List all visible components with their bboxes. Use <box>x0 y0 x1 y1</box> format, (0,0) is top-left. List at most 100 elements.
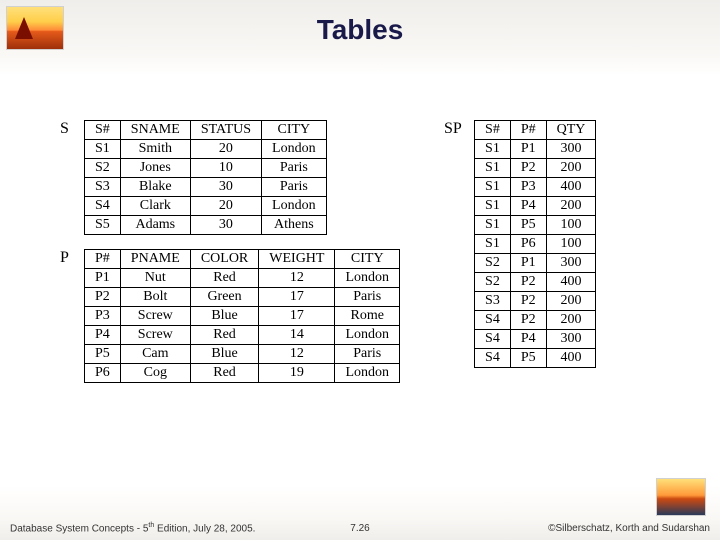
table-cell: Rome <box>335 307 400 326</box>
table-cell: London <box>262 140 327 159</box>
footer-right: ©Silberschatz, Korth and Sudarshan <box>548 523 710 534</box>
table-p-header: COLOR <box>190 250 258 269</box>
table-cell: 17 <box>259 307 335 326</box>
table-cell: 300 <box>546 254 596 273</box>
table-cell: P2 <box>85 288 121 307</box>
table-cell: S2 <box>475 273 511 292</box>
table-cell: S4 <box>475 349 511 368</box>
table-cell: Smith <box>120 140 190 159</box>
table-cell: Athens <box>262 216 327 235</box>
table-cell: Cam <box>120 345 190 364</box>
tables-area: S S# SNAME STATUS CITY S1Smith20London S… <box>60 120 690 383</box>
table-cell: 100 <box>546 216 596 235</box>
table-cell: 12 <box>259 269 335 288</box>
table-cell: P4 <box>510 330 546 349</box>
table-sp-label: SP <box>444 120 468 138</box>
table-cell: P2 <box>510 292 546 311</box>
table-cell: Paris <box>335 345 400 364</box>
table-cell: Nut <box>120 269 190 288</box>
table-cell: London <box>335 364 400 383</box>
table-cell: Blue <box>190 345 258 364</box>
table-cell: S5 <box>85 216 121 235</box>
table-cell: P2 <box>510 273 546 292</box>
table-cell: 200 <box>546 292 596 311</box>
table-cell: P1 <box>510 140 546 159</box>
table-s-header: CITY <box>262 121 327 140</box>
table-s-header: S# <box>85 121 121 140</box>
table-cell: Paris <box>335 288 400 307</box>
table-sp-header: P# <box>510 121 546 140</box>
table-p-label: P <box>60 249 78 267</box>
table-cell: P6 <box>85 364 121 383</box>
table-p-header: PNAME <box>120 250 190 269</box>
table-cell: 19 <box>259 364 335 383</box>
table-cell: S1 <box>475 235 511 254</box>
table-cell: Screw <box>120 307 190 326</box>
table-s-wrap: S S# SNAME STATUS CITY S1Smith20London S… <box>60 120 400 235</box>
table-cell: London <box>335 269 400 288</box>
table-cell: P2 <box>510 311 546 330</box>
table-cell: Blake <box>120 178 190 197</box>
table-cell: 10 <box>190 159 261 178</box>
table-s-label: S <box>60 120 78 138</box>
table-cell: P4 <box>85 326 121 345</box>
table-cell: 20 <box>190 140 261 159</box>
table-cell: S3 <box>85 178 121 197</box>
table-s-header: SNAME <box>120 121 190 140</box>
table-cell: 17 <box>259 288 335 307</box>
footer-center: 7.26 <box>350 523 369 534</box>
table-cell: S1 <box>475 140 511 159</box>
table-sp-header: S# <box>475 121 511 140</box>
table-cell: S1 <box>475 197 511 216</box>
table-cell: S4 <box>475 330 511 349</box>
footer-left-suffix: Edition, July 28, 2005. <box>154 523 255 534</box>
table-cell: 12 <box>259 345 335 364</box>
slide-footer: Database System Concepts - 5th Edition, … <box>10 522 710 534</box>
table-p: P# PNAME COLOR WEIGHT CITY P1NutRed12Lon… <box>84 249 400 383</box>
table-cell: P6 <box>510 235 546 254</box>
table-cell: Bolt <box>120 288 190 307</box>
table-cell: Screw <box>120 326 190 345</box>
table-cell: Adams <box>120 216 190 235</box>
table-cell: S2 <box>475 254 511 273</box>
table-cell: S1 <box>475 159 511 178</box>
table-sp-wrap: SP S# P# QTY S1P1300 S1P2200 S1P3400 S1P… <box>444 120 596 368</box>
table-cell: S4 <box>85 197 121 216</box>
table-cell: Red <box>190 364 258 383</box>
table-cell: 200 <box>546 159 596 178</box>
table-s: S# SNAME STATUS CITY S1Smith20London S2J… <box>84 120 327 235</box>
table-cell: 200 <box>546 197 596 216</box>
table-cell: 400 <box>546 273 596 292</box>
table-cell: 200 <box>546 311 596 330</box>
table-cell: 30 <box>190 216 261 235</box>
slide: Tables S S# SNAME STATUS CITY S1Smith20L… <box>0 0 720 540</box>
table-p-wrap: P P# PNAME COLOR WEIGHT CITY P1NutRed12L… <box>60 249 400 383</box>
table-cell: Blue <box>190 307 258 326</box>
table-cell: P4 <box>510 197 546 216</box>
table-cell: S1 <box>475 178 511 197</box>
table-cell: 300 <box>546 140 596 159</box>
table-cell: Red <box>190 269 258 288</box>
footer-left-prefix: Database System Concepts - 5 <box>10 523 148 534</box>
table-cell: 400 <box>546 178 596 197</box>
table-cell: S4 <box>475 311 511 330</box>
table-cell: 14 <box>259 326 335 345</box>
table-cell: Red <box>190 326 258 345</box>
table-p-header: P# <box>85 250 121 269</box>
table-cell: P5 <box>510 349 546 368</box>
table-cell: Paris <box>262 159 327 178</box>
table-cell: P5 <box>510 216 546 235</box>
table-cell: Cog <box>120 364 190 383</box>
table-cell: S3 <box>475 292 511 311</box>
table-cell: 20 <box>190 197 261 216</box>
table-cell: P3 <box>85 307 121 326</box>
table-cell: P5 <box>85 345 121 364</box>
table-cell: S1 <box>85 140 121 159</box>
table-cell: P2 <box>510 159 546 178</box>
table-cell: Green <box>190 288 258 307</box>
table-p-header: CITY <box>335 250 400 269</box>
left-column: S S# SNAME STATUS CITY S1Smith20London S… <box>60 120 400 383</box>
table-cell: Jones <box>120 159 190 178</box>
table-cell: P1 <box>85 269 121 288</box>
table-sp: S# P# QTY S1P1300 S1P2200 S1P3400 S1P420… <box>474 120 596 368</box>
